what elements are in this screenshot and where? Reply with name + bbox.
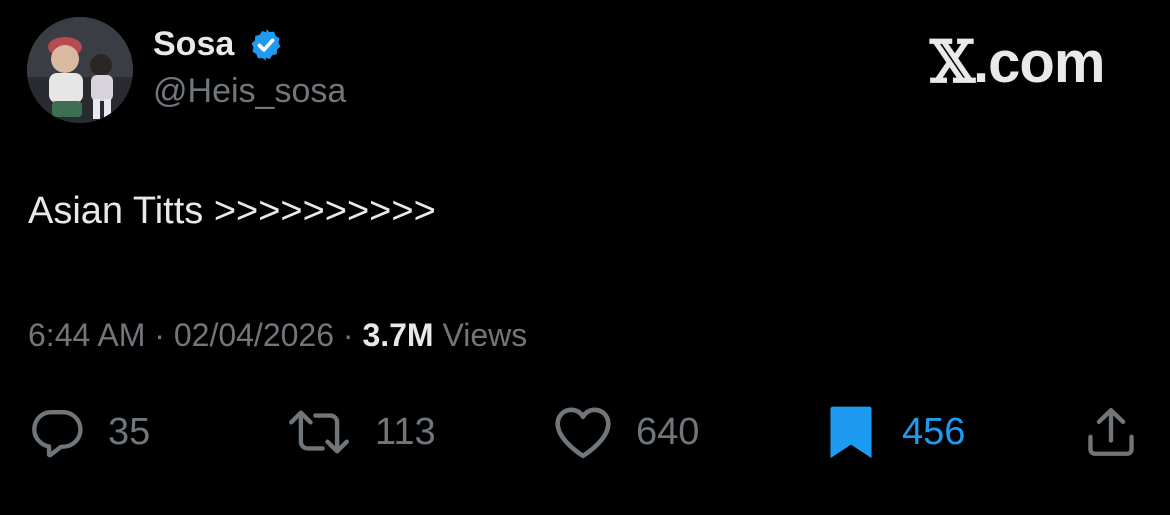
bookmark-count: 456: [902, 411, 966, 453]
avatar[interactable]: [27, 17, 133, 123]
like-button[interactable]: 640: [552, 400, 699, 464]
action-bar: 35 113 640 456: [0, 400, 1170, 470]
avatar-image: [27, 17, 133, 123]
tweet-card: Sosa @Heis_sosa 𝕏.com Asian Titts >>>>>>…: [0, 0, 1170, 515]
x-com-logo: 𝕏.com: [930, 28, 1105, 96]
user-handle[interactable]: @Heis_sosa: [153, 71, 346, 111]
meta-separator: ·: [154, 317, 165, 353]
views-label: Views: [442, 317, 528, 353]
verified-badge-icon: [251, 29, 281, 61]
tweet-meta: 6:44 AM · 02/04/2026 · 3.7M Views: [28, 314, 527, 356]
share-button[interactable]: [1082, 400, 1140, 464]
x-logo-icon: 𝕏: [930, 28, 975, 96]
retweet-count: 113: [375, 411, 436, 453]
display-name[interactable]: Sosa: [153, 24, 234, 64]
reply-button[interactable]: 35: [28, 400, 150, 464]
x-logo-suffix: .com: [973, 30, 1105, 95]
reply-count: 35: [108, 411, 151, 453]
tweet-text: Asian Titts >>>>>>>>>>: [28, 190, 436, 232]
meta-separator: ·: [342, 317, 354, 353]
share-icon: [1088, 408, 1134, 456]
tweet-time[interactable]: 6:44 AM: [28, 317, 145, 353]
retweet-button[interactable]: 113: [285, 400, 436, 464]
like-count: 640: [636, 411, 700, 453]
bookmark-icon: [830, 406, 872, 459]
heart-icon: [555, 407, 611, 459]
tweet-date[interactable]: 02/04/2026: [174, 317, 334, 353]
reply-icon: [32, 410, 83, 458]
views-count: 3.7M: [362, 317, 434, 353]
retweet-icon: [289, 410, 349, 454]
bookmark-button[interactable]: 456: [822, 400, 965, 464]
